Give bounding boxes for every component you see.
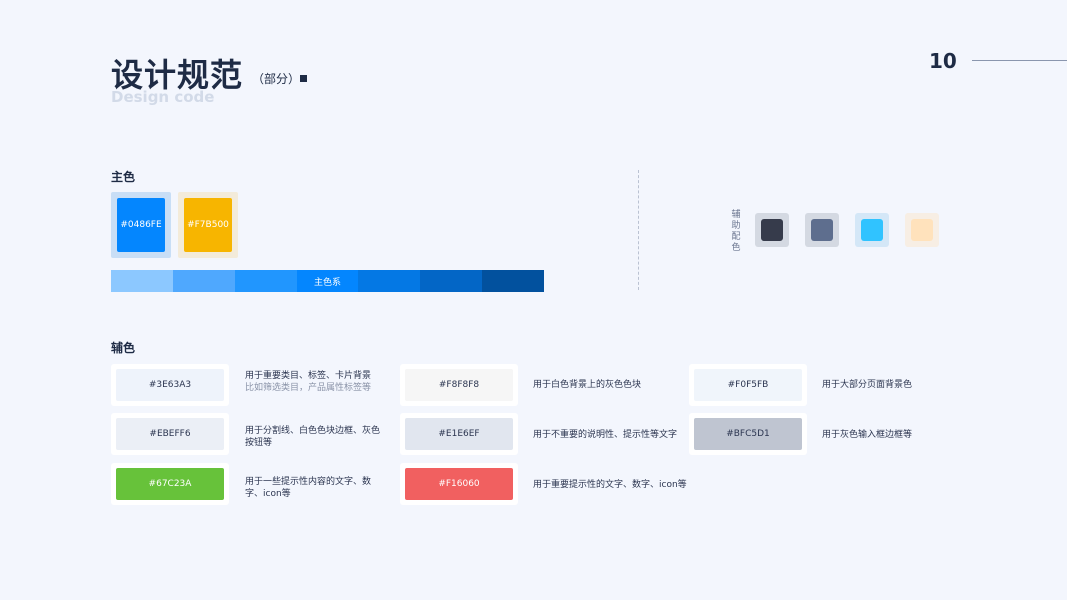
color-chip: #F0F5FB <box>694 369 802 401</box>
color-description-line: 用于重要类目、标签、卡片背景 <box>245 371 372 381</box>
color-chip: #F8F8F8 <box>405 369 513 401</box>
secondary-color-card: #EBEFF6 <box>111 413 229 455</box>
color-chip: #E1E6EF <box>405 418 513 450</box>
color-description: 用于重要类目、标签、卡片背景 比如筛选类目，产品属性标签等 <box>245 370 380 394</box>
color-description: 用于大部分页面背景色 <box>822 380 913 390</box>
page-title-suffix: （部分） <box>252 72 301 86</box>
scale-segment <box>234 270 297 292</box>
secondary-color-card: #E1E6EF <box>400 413 518 455</box>
scale-segment <box>172 270 235 292</box>
aux-swatch-frame <box>805 213 839 247</box>
secondary-section-label: 辅色 <box>111 341 136 355</box>
secondary-color-card: #BFC5D1 <box>689 413 807 455</box>
aux-swatch-frame <box>855 213 889 247</box>
primary-swatch: #F7B500 <box>184 198 232 252</box>
secondary-color-card: #F8F8F8 <box>400 364 518 406</box>
color-description: 用于一些提示性内容的文字、数字、icon等 <box>245 477 372 499</box>
page-subtitle: Design code <box>111 88 215 106</box>
primary-color-scale: 主色系 <box>111 270 545 292</box>
secondary-color-card: #3E63A3 <box>111 364 229 406</box>
secondary-color-card: #F0F5FB <box>689 364 807 406</box>
color-chip: #67C23A <box>116 468 224 500</box>
primary-swatch-frame: #F7B500 <box>178 192 238 258</box>
page-number-line <box>972 60 1067 61</box>
aux-swatch-frame <box>755 213 789 247</box>
color-description: 用于不重要的说明性、提示性等文字 <box>533 430 678 440</box>
primary-section-label: 主色 <box>111 170 136 184</box>
aux-palette-label: 辅助配色 <box>731 210 741 253</box>
scale-segment-label: 主色系 <box>296 270 359 292</box>
scale-segment <box>111 270 173 292</box>
color-description-note: 比如筛选类目，产品属性标签等 <box>245 383 372 393</box>
color-description: 用于重要提示性的文字、数字、icon等 <box>533 480 687 490</box>
aux-swatch <box>811 219 833 241</box>
color-description: 用于白色背景上的灰色色块 <box>533 380 642 390</box>
aux-swatch <box>861 219 883 241</box>
color-chip: #3E63A3 <box>116 369 224 401</box>
scale-segment <box>420 270 483 292</box>
color-description: 用于灰色输入框边框等 <box>822 430 913 440</box>
primary-swatch-frame: #0486FE <box>111 192 171 258</box>
primary-swatch: #0486FE <box>117 198 165 252</box>
aux-swatch-frame <box>905 213 939 247</box>
color-description: 用于分割线、白色色块边框、灰色按钮等 <box>245 426 381 448</box>
secondary-color-card: #F16060 <box>400 463 518 505</box>
dashed-divider <box>638 170 639 290</box>
scale-segment <box>358 270 421 292</box>
scale-segment <box>482 270 545 292</box>
page-number: 10 <box>929 49 957 73</box>
aux-swatch <box>761 219 783 241</box>
color-chip: #EBEFF6 <box>116 418 224 450</box>
title-square-mark <box>300 75 307 82</box>
color-chip: #BFC5D1 <box>694 418 802 450</box>
secondary-color-card: #67C23A <box>111 463 229 505</box>
aux-swatch <box>911 219 933 241</box>
color-chip: #F16060 <box>405 468 513 500</box>
